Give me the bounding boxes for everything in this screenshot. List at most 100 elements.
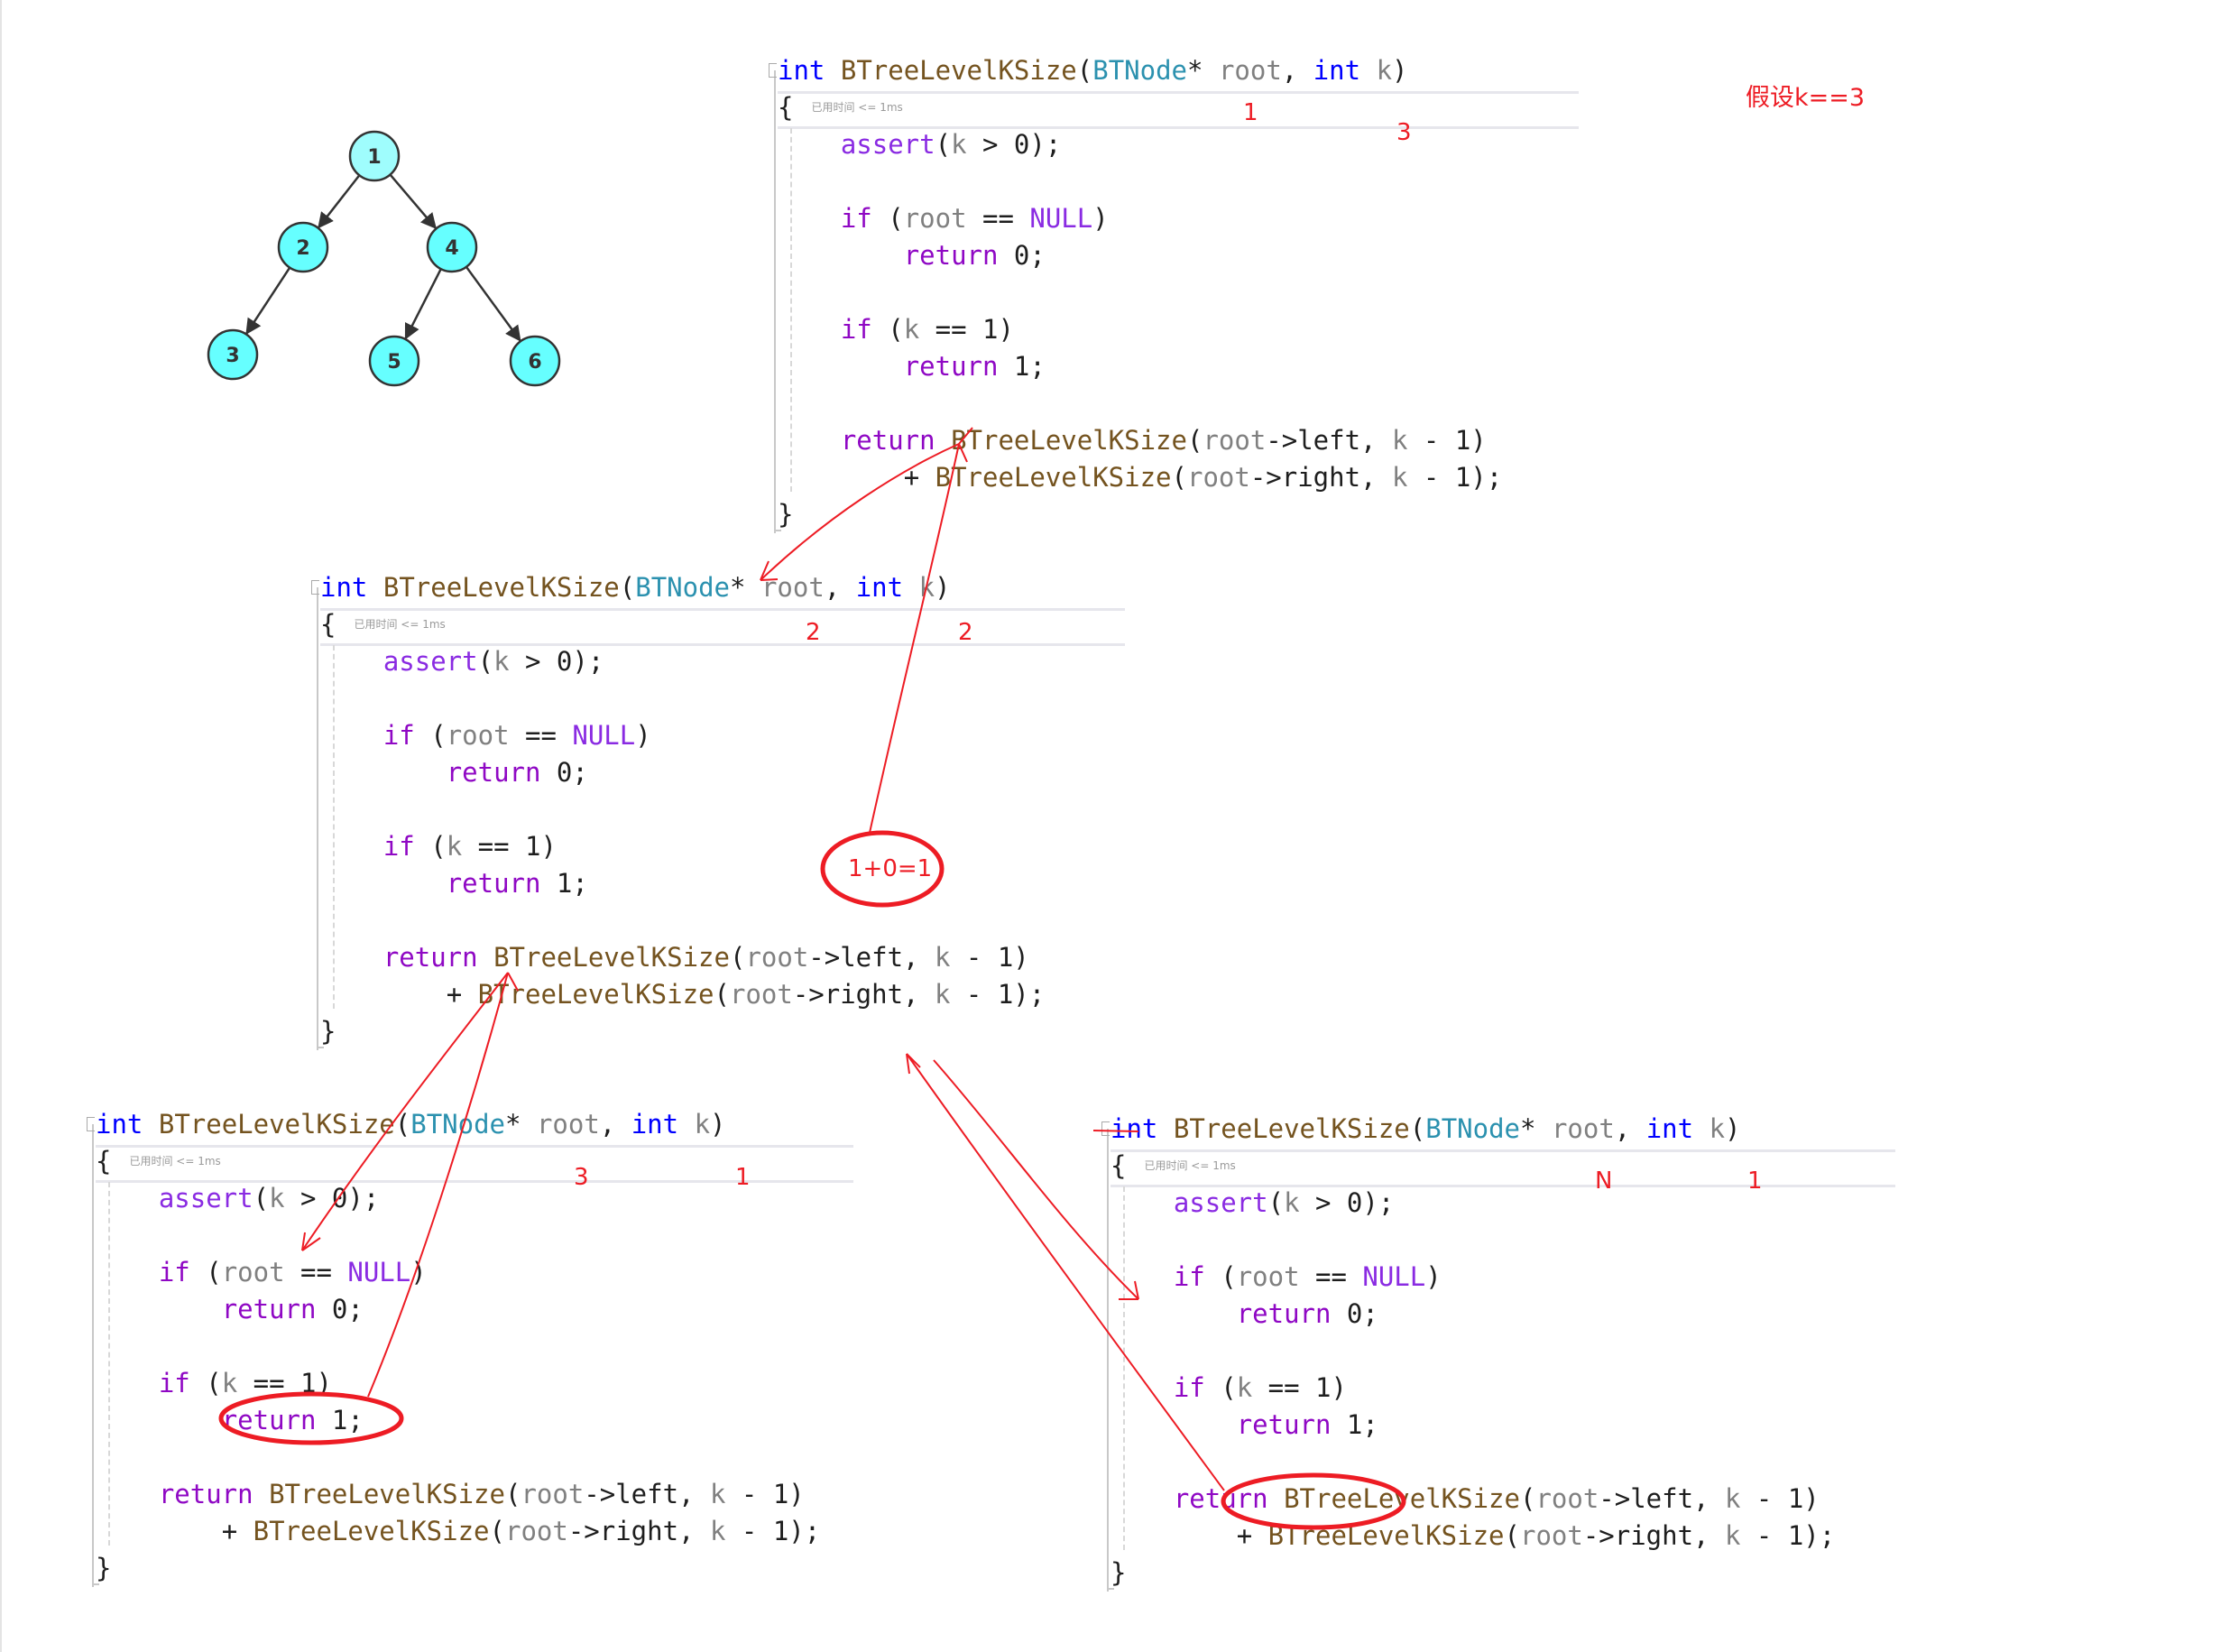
code-line: int BTreeLevelKSize(BTNode* root, int k) <box>96 1109 726 1140</box>
param-root: root <box>760 572 825 603</box>
code-line: assert(k > 0); <box>382 646 604 677</box>
null-macro: NULL <box>1362 1261 1426 1292</box>
close-brace: } <box>96 1553 112 1583</box>
function-name: BTreeLevelKSize <box>840 55 1077 86</box>
block-annotation-middle-1: 2 <box>806 619 821 646</box>
code-line: + BTreeLevelKSize(root->right, k - 1); <box>446 979 1046 1010</box>
code-line: int BTreeLevelKSize(BTNode* root, int k) <box>320 572 951 603</box>
code-line: { 已用时间 <= 1ms <box>778 89 1502 126</box>
null-macro: NULL <box>347 1257 411 1287</box>
keyword-int: int <box>778 55 825 86</box>
tree-node-6: 6 <box>509 335 561 387</box>
keyword-return: return <box>840 425 935 456</box>
code-block-top: int BTreeLevelKSize(BTNode* root, int k)… <box>769 52 1579 533</box>
code-line: if (k == 1) <box>382 831 557 862</box>
recursive-call-right: BTreeLevelKSize <box>1267 1520 1505 1551</box>
assert-call: assert <box>158 1183 253 1214</box>
assert-call: assert <box>382 646 478 677</box>
keyword-return: return <box>382 942 478 973</box>
tree-node-circle <box>426 221 478 273</box>
keyword-return: return <box>221 1294 317 1324</box>
type-name: BTNode <box>1092 55 1187 86</box>
code-line: return 0; <box>446 757 588 788</box>
collapse-toggle-icon[interactable] <box>311 580 319 595</box>
recursive-call-left: BTreeLevelKSize <box>951 425 1187 456</box>
code-line: return 0; <box>903 240 1046 271</box>
keyword-if: if <box>1173 1372 1205 1403</box>
tree-node-circle <box>207 328 259 381</box>
function-name: BTreeLevelKSize <box>158 1109 395 1140</box>
keyword-int: int <box>1110 1113 1158 1144</box>
tree-node-label: 5 <box>387 351 401 374</box>
keyword-if: if <box>382 720 415 751</box>
code-line: if (root == NULL) <box>840 203 1109 234</box>
close-brace: } <box>1110 1557 1127 1588</box>
open-brace: { <box>778 92 794 123</box>
code-block-bottom-left: int BTreeLevelKSize(BTNode* root, int k)… <box>87 1106 853 1587</box>
keyword-return: return <box>446 868 541 899</box>
keyword-return: return <box>221 1405 317 1435</box>
keyword-if: if <box>840 314 872 345</box>
param-root: root <box>536 1109 600 1140</box>
code-line: return 1; <box>446 868 588 899</box>
param-k: k <box>694 1109 711 1140</box>
keyword-if: if <box>382 831 415 862</box>
code-block-bottom-right: int BTreeLevelKSize(BTNode* root, int k)… <box>1101 1111 1895 1592</box>
block-annotation-middle-2: 2 <box>958 619 973 646</box>
keyword-return: return <box>158 1479 253 1509</box>
recursive-call-left: BTreeLevelKSize <box>269 1479 505 1509</box>
type-name: BTNode <box>1425 1113 1520 1144</box>
elapsed-time-hint: 已用时间 <= 1ms <box>811 101 903 114</box>
tree-edge-2-3 <box>245 266 291 336</box>
block-annotation-bottom-right-2: 1 <box>1747 1167 1763 1195</box>
code-line: if (root == NULL) <box>382 720 651 751</box>
keyword-if: if <box>1173 1261 1205 1292</box>
code-line: } <box>320 1013 1045 1050</box>
close-brace: } <box>778 499 794 530</box>
param-root: root <box>1551 1113 1615 1144</box>
function-name: BTreeLevelKSize <box>1173 1113 1410 1144</box>
tree-node-4: 4 <box>426 221 478 273</box>
code-line: {已用时间 <= 1ms <box>96 1143 820 1180</box>
code-line: + BTreeLevelKSize(root->right, k - 1); <box>221 1516 821 1546</box>
tree-edge-1-4 <box>389 173 437 230</box>
code-line: return BTreeLevelKSize(root->left, k - 1… <box>1173 1483 1820 1514</box>
recursive-call-right: BTreeLevelKSize <box>477 979 714 1010</box>
tree-node-label: 3 <box>226 345 239 367</box>
tree-node-circle <box>277 221 329 273</box>
function-name: BTreeLevelKSize <box>382 572 620 603</box>
code-line: if (root == NULL) <box>1173 1261 1442 1292</box>
recursive-call-right: BTreeLevelKSize <box>253 1516 490 1546</box>
elapsed-time-hint: 已用时间 <= 1ms <box>1144 1159 1236 1172</box>
block-annotation-top-2: 3 <box>1396 119 1412 146</box>
editor-gutter-line <box>92 1124 94 1587</box>
code-line: if (k == 1) <box>840 314 1014 345</box>
code-line: assert(k > 0); <box>840 129 1062 160</box>
code-line: {已用时间 <= 1ms <box>320 606 1045 643</box>
code-line: return 1; <box>903 351 1046 382</box>
code-line: return BTreeLevelKSize(root->left, k - 1… <box>382 942 1029 973</box>
editor-gutter-line <box>1107 1129 1109 1592</box>
recursive-call-right: BTreeLevelKSize <box>935 462 1172 493</box>
collapse-toggle-icon[interactable] <box>87 1117 95 1131</box>
recursive-call-left: BTreeLevelKSize <box>493 942 730 973</box>
collapse-toggle-icon[interactable] <box>1101 1121 1110 1136</box>
tree-node-label: 2 <box>296 237 309 260</box>
code-line: assert(k > 0); <box>158 1183 380 1214</box>
open-brace: { <box>1110 1150 1127 1181</box>
open-brace: { <box>96 1146 112 1177</box>
keyword-return: return <box>903 240 999 271</box>
block-annotation-top-1: 1 <box>1243 99 1258 126</box>
param-k: k <box>918 572 935 603</box>
page-left-edge <box>0 0 2 1652</box>
collapse-toggle-icon[interactable] <box>769 63 777 78</box>
block-annotation-bottom-right-1: N <box>1595 1167 1613 1195</box>
keyword-return: return <box>1236 1298 1332 1329</box>
